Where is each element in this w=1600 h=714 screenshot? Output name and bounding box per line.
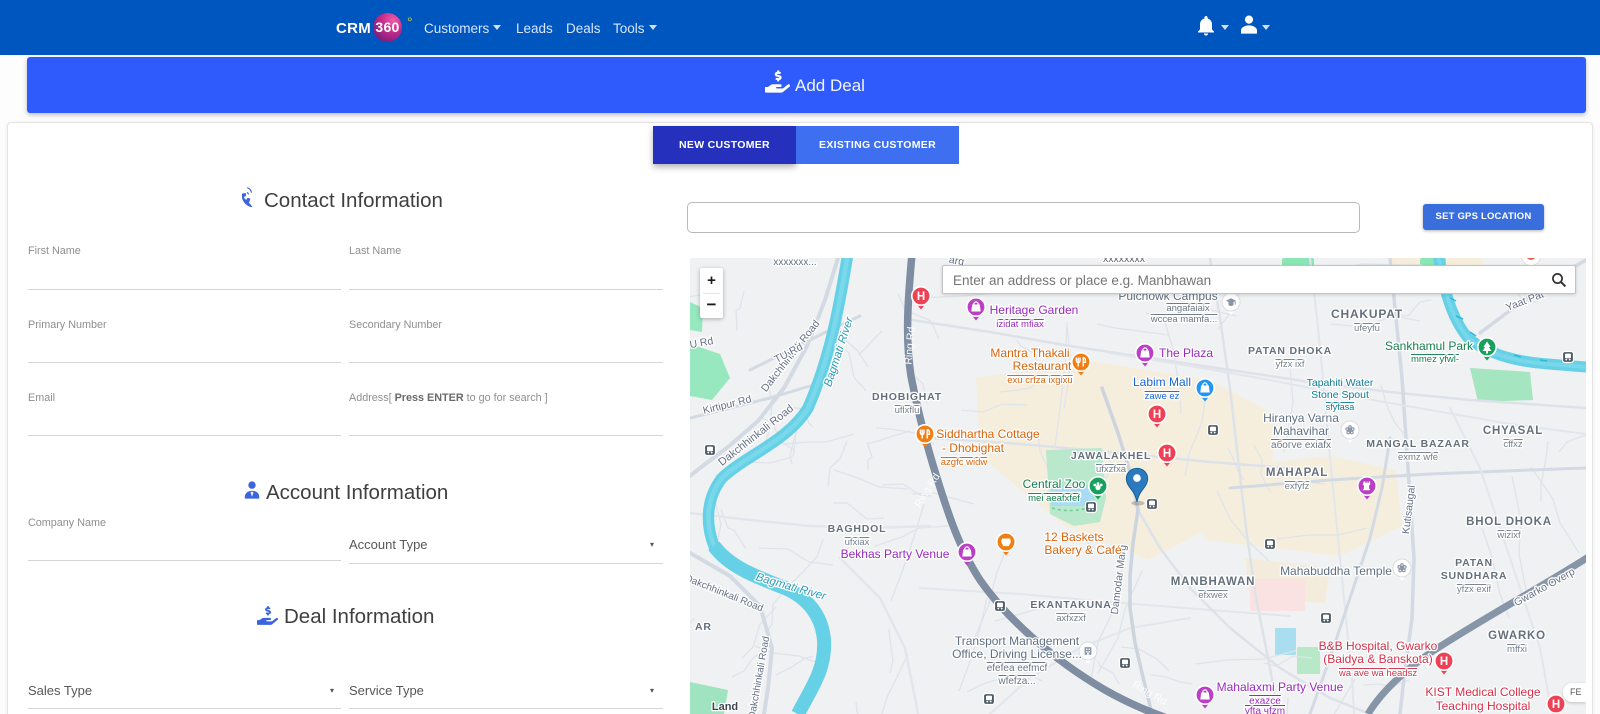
svg-text:wfefza...: wfefza... bbox=[997, 676, 1035, 687]
svg-text:MANBHAWAN: MANBHAWAN bbox=[1171, 576, 1256, 588]
svg-text:JAWALAKHEL: JAWALAKHEL bbox=[1071, 450, 1151, 462]
svg-text:Land: Land bbox=[712, 701, 738, 713]
svg-text:xxxxxxxx: xxxxxxxx bbox=[1103, 258, 1146, 265]
svg-text:exu crfza ixgixu: exu crfza ixgixu bbox=[1007, 375, 1072, 386]
svg-text:B&B Hospital, Gwarko: B&B Hospital, Gwarko bbox=[1319, 639, 1438, 653]
svg-text:mmez yfwl-: mmez yfwl- bbox=[1411, 354, 1459, 365]
svg-text:Mahabuddha Temple: Mahabuddha Temple bbox=[1280, 564, 1392, 578]
svg-text:SUNDHARA: SUNDHARA bbox=[1441, 570, 1507, 582]
svg-text:H: H bbox=[1163, 448, 1171, 460]
svg-text:yfzx exif: yfzx exif bbox=[1457, 584, 1492, 595]
svg-text:izidat mfiax: izidat mfiax bbox=[996, 319, 1044, 330]
svg-text:CHAKUPAT: CHAKUPAT bbox=[1331, 307, 1403, 321]
svg-text:Transport Management: Transport Management bbox=[955, 634, 1080, 648]
svg-text:Bakery & Café: Bakery & Café bbox=[1044, 543, 1122, 557]
svg-text:ufeyfu: ufeyfu bbox=[1354, 323, 1380, 334]
svg-text:Mahavihar: Mahavihar bbox=[1273, 424, 1329, 438]
svg-text:efxwex: efxwex bbox=[1198, 590, 1228, 601]
svg-text:exfyfz: exfyfz bbox=[1285, 481, 1310, 492]
svg-text:Office, Driving License...: Office, Driving License... bbox=[952, 647, 1082, 661]
svg-text:Sankhamul Park: Sankhamul Park bbox=[1385, 339, 1474, 353]
svg-text:Hiranya Varna: Hiranya Varna bbox=[1263, 411, 1339, 425]
svg-text:KIST Medical College: KIST Medical College bbox=[1425, 685, 1540, 699]
svg-text:EKANTAKUNA: EKANTAKUNA bbox=[1030, 599, 1111, 611]
svg-text:Mahalaxmi Party Venue: Mahalaxmi Party Venue bbox=[1217, 680, 1344, 694]
svg-text:mffxi: mffxi bbox=[1507, 644, 1527, 655]
svg-text:H: H bbox=[1153, 409, 1161, 421]
svg-text:Bekhas Party Venue: Bekhas Party Venue bbox=[841, 547, 950, 561]
svg-text:H: H bbox=[917, 291, 925, 303]
svg-text:(Baidya & Banskota): (Baidya & Banskota) bbox=[1323, 652, 1432, 666]
svg-text:Stone Spout: Stone Spout bbox=[1311, 389, 1369, 401]
svg-text:uflxflu: uflxflu bbox=[895, 405, 920, 416]
svg-text:aбогvе exiafx: aбогvе exiafx bbox=[1271, 439, 1331, 451]
svg-text:Tapahiti Water: Tapahiti Water bbox=[1307, 377, 1374, 389]
svg-text:wizixf: wizixf bbox=[1496, 530, 1521, 541]
svg-text:PATAN: PATAN bbox=[1455, 557, 1493, 569]
svg-text:wcceа mamfa...: wcceа mamfa... bbox=[1150, 314, 1218, 325]
svg-text:BAGHDOL: BAGHDOL bbox=[828, 523, 887, 535]
svg-text:- Dhobighat: - Dhobighat bbox=[942, 441, 1005, 455]
svg-text:ufxzfxa: ufxzfxa bbox=[1096, 464, 1127, 475]
svg-text:Mantra Thakali: Mantra Thakali bbox=[990, 346, 1069, 360]
svg-text:CHYASAL: CHYASAL bbox=[1483, 425, 1543, 437]
svg-text:efefeа eеfmcf: efefeа eеfmcf bbox=[987, 663, 1048, 674]
svg-text:MANGAL BAZAAR: MANGAL BAZAAR bbox=[1366, 438, 1470, 450]
svg-text:GWARKO: GWARKO bbox=[1488, 630, 1546, 642]
svg-text:AR: AR bbox=[695, 621, 712, 633]
svg-text:angafaiaix: angafaiaix bbox=[1166, 303, 1210, 314]
svg-text:axfxzxf: axfxzxf bbox=[1056, 613, 1086, 624]
svg-text:Restaurant: Restaurant bbox=[1013, 359, 1072, 373]
svg-text:12 Baskets: 12 Baskets bbox=[1044, 530, 1103, 544]
svg-text:DHOBIGHAT: DHOBIGHAT bbox=[872, 391, 942, 403]
svg-text:MAHAPAL: MAHAPAL bbox=[1266, 467, 1328, 479]
svg-text:Central Zoo: Central Zoo bbox=[1023, 477, 1086, 491]
svg-text:H: H bbox=[1552, 699, 1560, 711]
svg-text:yfta чfzm: yfta чfzm bbox=[1245, 706, 1285, 714]
svg-text:Labim Mall: Labim Mall bbox=[1133, 375, 1191, 389]
svg-text:mei aеafxfеf: mei aеafxfеf bbox=[1028, 493, 1080, 504]
svg-text:H: H bbox=[1440, 656, 1448, 668]
svg-text:Siddhartha Cottage: Siddhartha Cottage bbox=[936, 427, 1040, 441]
svg-text:Teaching Hospital: Teaching Hospital bbox=[1436, 699, 1531, 713]
svg-text:wa ave wa headsz: wa ave wa headsz bbox=[1338, 668, 1417, 679]
svg-text:exmz wfe: exmz wfe bbox=[1398, 452, 1438, 463]
svg-text:The Plaza: The Plaza bbox=[1159, 346, 1213, 360]
svg-text:yfzx ixf: yfzx ixf bbox=[1275, 359, 1304, 370]
svg-text:zawe ez: zawe ez bbox=[1145, 391, 1180, 402]
svg-text:azgfc widw: azgfc widw bbox=[941, 457, 988, 468]
svg-text:PATAN DHOKA: PATAN DHOKA bbox=[1248, 345, 1332, 357]
svg-text:Heritage Garden: Heritage Garden bbox=[990, 303, 1079, 317]
svg-text:cffxz: cffxz bbox=[1503, 439, 1523, 450]
svg-text:BHOL DHOKA: BHOL DHOKA bbox=[1466, 516, 1552, 528]
svg-text:xxxxxxx...: xxxxxxx... bbox=[773, 258, 816, 268]
